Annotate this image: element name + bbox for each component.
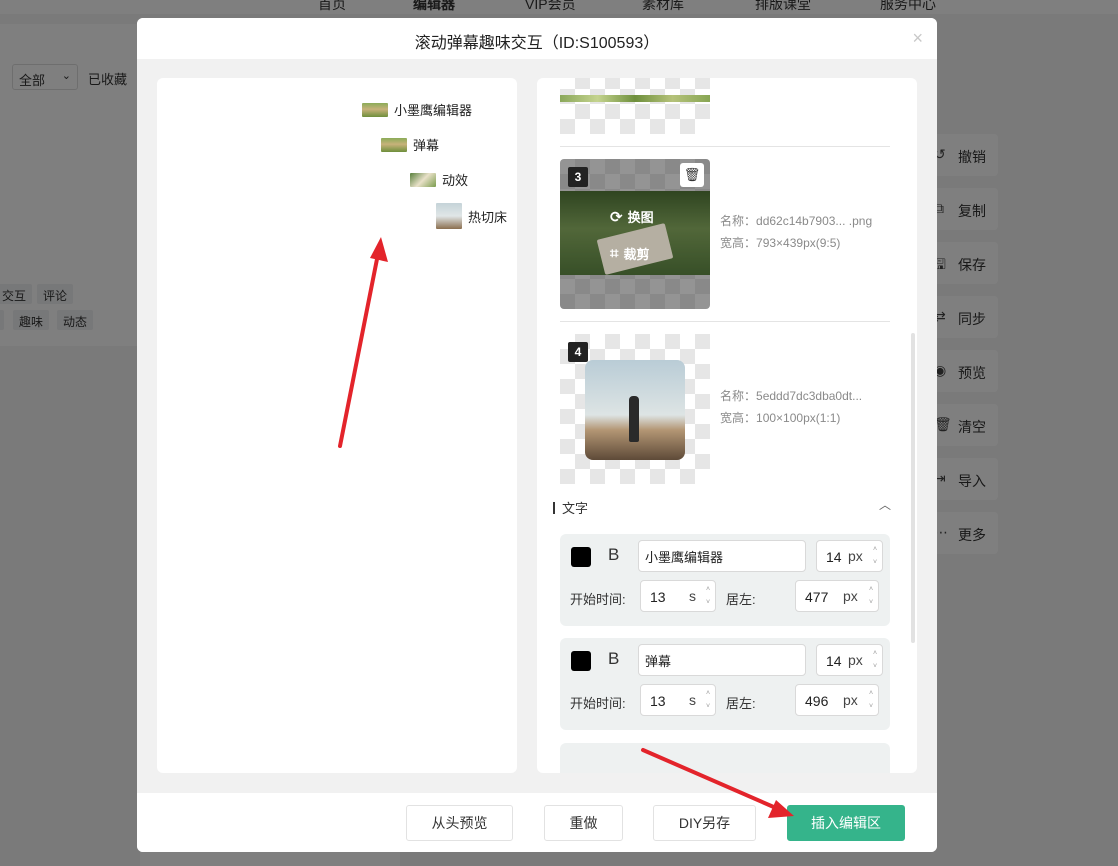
stepper-arrows[interactable]: ˄ ˅ bbox=[704, 687, 712, 713]
redo-button[interactable]: 重做 bbox=[544, 805, 623, 841]
danmaku-item: 热切床 bbox=[436, 203, 507, 229]
text-item bbox=[560, 743, 890, 773]
settings-panel: 3 🗑 ⟳ 换图 ⌗ 裁剪 名称：dd62c14b7903... .png 宽高… bbox=[537, 78, 917, 773]
bold-toggle[interactable]: B bbox=[608, 545, 619, 565]
replace-image-button[interactable]: ⟳ 换图 bbox=[610, 207, 654, 226]
text-item: B 14 px ˄˅ 开始时间: 13 s ˄˅ 居左: 496 px ˄˅ bbox=[560, 638, 890, 730]
left-offset-stepper[interactable]: 496 px ˄ ˅ bbox=[795, 684, 879, 716]
danmaku-preview: 小墨鹰编辑器 弹幕 动效 热切床 bbox=[157, 78, 517, 773]
stepper-arrows[interactable]: ˄ ˅ bbox=[704, 583, 712, 609]
stepper-arrows[interactable]: ˄ ˅ bbox=[871, 543, 879, 569]
image-index-badge: 3 bbox=[568, 167, 588, 187]
danmaku-item: 动效 bbox=[410, 170, 468, 189]
danmaku-thumbnail bbox=[381, 137, 407, 152]
image-filename: 5eddd7dc3dba0dt... bbox=[756, 389, 863, 403]
settings-scroll-area[interactable]: 3 🗑 ⟳ 换图 ⌗ 裁剪 名称：dd62c14b7903... .png 宽高… bbox=[537, 78, 917, 773]
image-thumbnail bbox=[585, 360, 685, 460]
start-time-stepper[interactable]: 13 s ˄ ˅ bbox=[640, 580, 716, 612]
bold-toggle[interactable]: B bbox=[608, 649, 619, 669]
modal-footer: 从头预览 重做 DIY另存 插入编辑区 bbox=[137, 793, 937, 852]
start-time-label: 开始时间: bbox=[570, 696, 626, 711]
image-card bbox=[560, 78, 710, 134]
modal-header: 滚动弹幕趣味交互（ID:S100593） × bbox=[137, 18, 937, 59]
crop-image-button[interactable]: ⌗ 裁剪 bbox=[610, 244, 649, 263]
color-swatch[interactable] bbox=[571, 651, 591, 671]
close-icon[interactable]: × bbox=[912, 28, 923, 49]
start-time-stepper[interactable]: 13 s ˄ ˅ bbox=[640, 684, 716, 716]
refresh-icon: ⟳ bbox=[610, 208, 623, 226]
image-filename: dd62c14b7903... .png bbox=[756, 214, 873, 228]
danmaku-text-input[interactable] bbox=[638, 644, 806, 676]
color-swatch[interactable] bbox=[571, 547, 591, 567]
left-offset-label: 居左: bbox=[726, 696, 756, 711]
image-card-4[interactable]: 4 bbox=[560, 334, 710, 484]
replay-preview-button[interactable]: 从头预览 bbox=[406, 805, 513, 841]
font-size-stepper[interactable]: 14 px ˄ ˅ bbox=[816, 540, 883, 572]
danmaku-thumbnail bbox=[410, 172, 436, 187]
template-modal: 滚动弹幕趣味交互（ID:S100593） × 小墨鹰编辑器 弹幕 动效 热切床 bbox=[137, 18, 937, 852]
stepper-arrows[interactable]: ˄ ˅ bbox=[871, 647, 879, 673]
image-thumbnail bbox=[560, 95, 710, 102]
font-size-stepper[interactable]: 14 px ˄ ˅ bbox=[816, 644, 883, 676]
danmaku-item: 弹幕 bbox=[381, 135, 439, 154]
text-section-header: 文字 bbox=[553, 498, 588, 517]
text-item: B 14 px ˄˅ 开始时间: 13 s ˄˅ 居左: 477 px ˄˅ bbox=[560, 534, 890, 626]
modal-title: 滚动弹幕趣味交互（ID:S100593） bbox=[414, 35, 660, 52]
image-meta: 名称：dd62c14b7903... .png 宽高：793×439px(9:5… bbox=[720, 214, 873, 250]
crop-icon: ⌗ bbox=[610, 245, 619, 262]
image-dimensions: 793×439px(9:5) bbox=[756, 236, 841, 250]
image-dimensions: 100×100px(1:1) bbox=[756, 411, 841, 425]
left-offset-stepper[interactable]: 477 px ˄ ˅ bbox=[795, 580, 879, 612]
diy-save-as-button[interactable]: DIY另存 bbox=[653, 805, 756, 841]
insert-to-editor-button[interactable]: 插入编辑区 bbox=[787, 805, 905, 841]
stepper-arrows[interactable]: ˄ ˅ bbox=[867, 687, 875, 713]
settings-scrollbar[interactable] bbox=[911, 333, 915, 643]
stepper-arrows[interactable]: ˄ ˅ bbox=[867, 583, 875, 609]
guitarist-figure bbox=[629, 396, 639, 442]
image-index-badge: 4 bbox=[568, 342, 588, 362]
image-meta: 名称：5eddd7dc3dba0dt... 宽高：100×100px(1:1) bbox=[720, 389, 863, 425]
danmaku-item: 小墨鹰编辑器 bbox=[362, 100, 472, 119]
divider bbox=[560, 321, 890, 322]
chevron-up-icon[interactable]: ︿ bbox=[879, 496, 891, 513]
image-card-3[interactable]: 3 🗑 ⟳ 换图 ⌗ 裁剪 bbox=[560, 159, 710, 309]
danmaku-thumbnail bbox=[436, 203, 462, 229]
danmaku-thumbnail bbox=[362, 102, 388, 117]
divider bbox=[560, 146, 890, 147]
start-time-label: 开始时间: bbox=[570, 592, 626, 607]
trash-icon[interactable]: 🗑 bbox=[680, 163, 704, 187]
danmaku-text-input[interactable] bbox=[638, 540, 806, 572]
left-offset-label: 居左: bbox=[726, 592, 756, 607]
